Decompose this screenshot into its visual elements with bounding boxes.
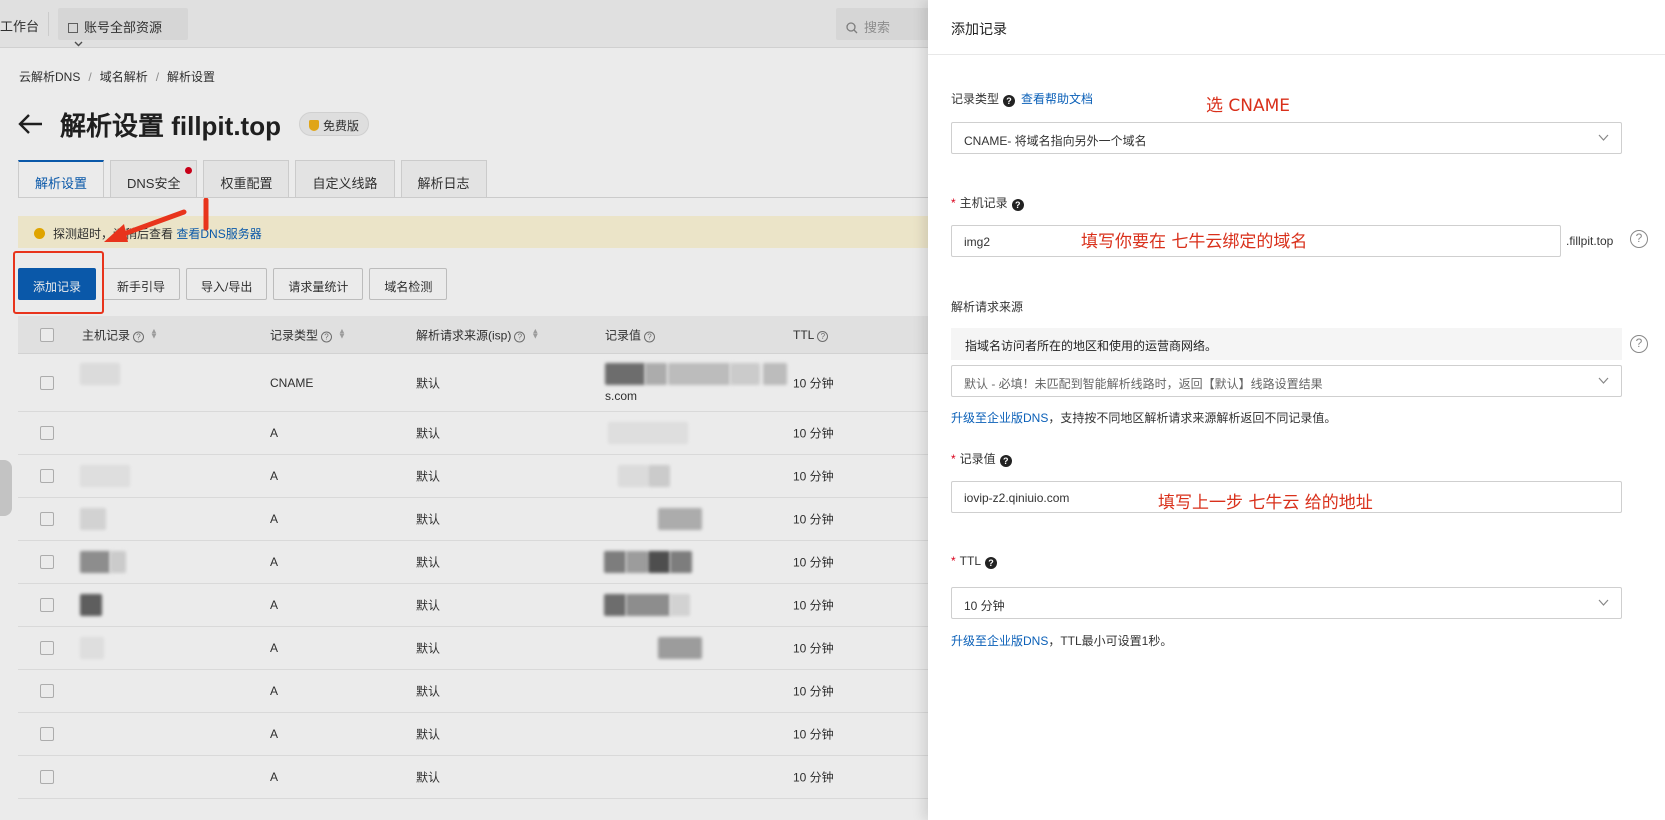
record-type-label: 记录类型? 查看帮助文档 (951, 92, 1094, 107)
drawer-title: 添加记录 (928, 0, 1665, 55)
help-doc-link[interactable]: 查看帮助文档 (1021, 92, 1093, 106)
record-value: iovip-z2.qiniuio.com (964, 491, 1070, 505)
isp-select[interactable]: 默认 - 必填！未匹配到智能解析线路时，返回【默认】线路设置结果 (951, 365, 1622, 397)
help-icon[interactable]: ? (999, 455, 1012, 467)
isp-info: 指域名访问者所在的地区和使用的运营商网络。 (951, 328, 1622, 360)
add-record-drawer: 添加记录 记录类型? 查看帮助文档 CNAME- 将域名指向另外一个域名 * 主机记… (928, 0, 1665, 820)
ttl-select[interactable]: 10 分钟 (951, 587, 1622, 619)
help-icon[interactable]: ? (1003, 95, 1016, 107)
dns-settings-page: 工作台 账号全部资源 搜索 云解析DNS / 域名解析 / 解析设置 解析设置 fill… (0, 0, 928, 820)
highlight-box (13, 251, 104, 314)
annotation-value: 填写上一步 七牛云 给的地址 (1158, 493, 1373, 513)
ttl-value: 10 分钟 (964, 599, 1005, 613)
ttl-label: * TTL? (951, 554, 998, 569)
isp-label: 解析请求来源 (951, 300, 1024, 314)
question-icon[interactable]: ? (1630, 335, 1648, 353)
annotation-type: 选 CNAME (1206, 96, 1291, 116)
chevron-down-icon (1598, 134, 1609, 141)
isp-value: 默认 - 必填！未匹配到智能解析线路时，返回【默认】线路设置结果 (964, 377, 1323, 391)
question-icon[interactable]: ? (1630, 230, 1648, 248)
chevron-down-icon (1598, 377, 1609, 384)
upgrade-link[interactable]: 升级至企业版DNS (951, 411, 1048, 425)
modal-overlay[interactable] (0, 0, 928, 820)
isp-hint: 升级至企业版DNS，支持按不同地区解析请求来源解析返回不同记录值。 (951, 411, 1337, 425)
host-label: * 主机记录? (951, 194, 1024, 211)
value-label: * 记录值? (951, 450, 1012, 467)
upgrade-link[interactable]: 升级至企业版DNS (951, 634, 1048, 648)
chevron-down-icon (1598, 599, 1609, 606)
annotation-arrow-icon (104, 198, 209, 242)
host-value: img2 (964, 235, 991, 249)
domain-suffix: .fillpit.top (1566, 234, 1614, 248)
help-icon[interactable]: ? (1011, 199, 1024, 211)
record-type-value: CNAME- 将域名指向另外一个域名 (964, 134, 1147, 148)
help-icon[interactable]: ? (985, 557, 998, 569)
record-type-select[interactable]: CNAME- 将域名指向另外一个域名 (951, 122, 1622, 154)
annotation-host: 填写你要在 七牛云绑定的域名 (1081, 232, 1308, 252)
ttl-hint: 升级至企业版DNS，TTL最小可设置1秒。 (951, 634, 1173, 648)
